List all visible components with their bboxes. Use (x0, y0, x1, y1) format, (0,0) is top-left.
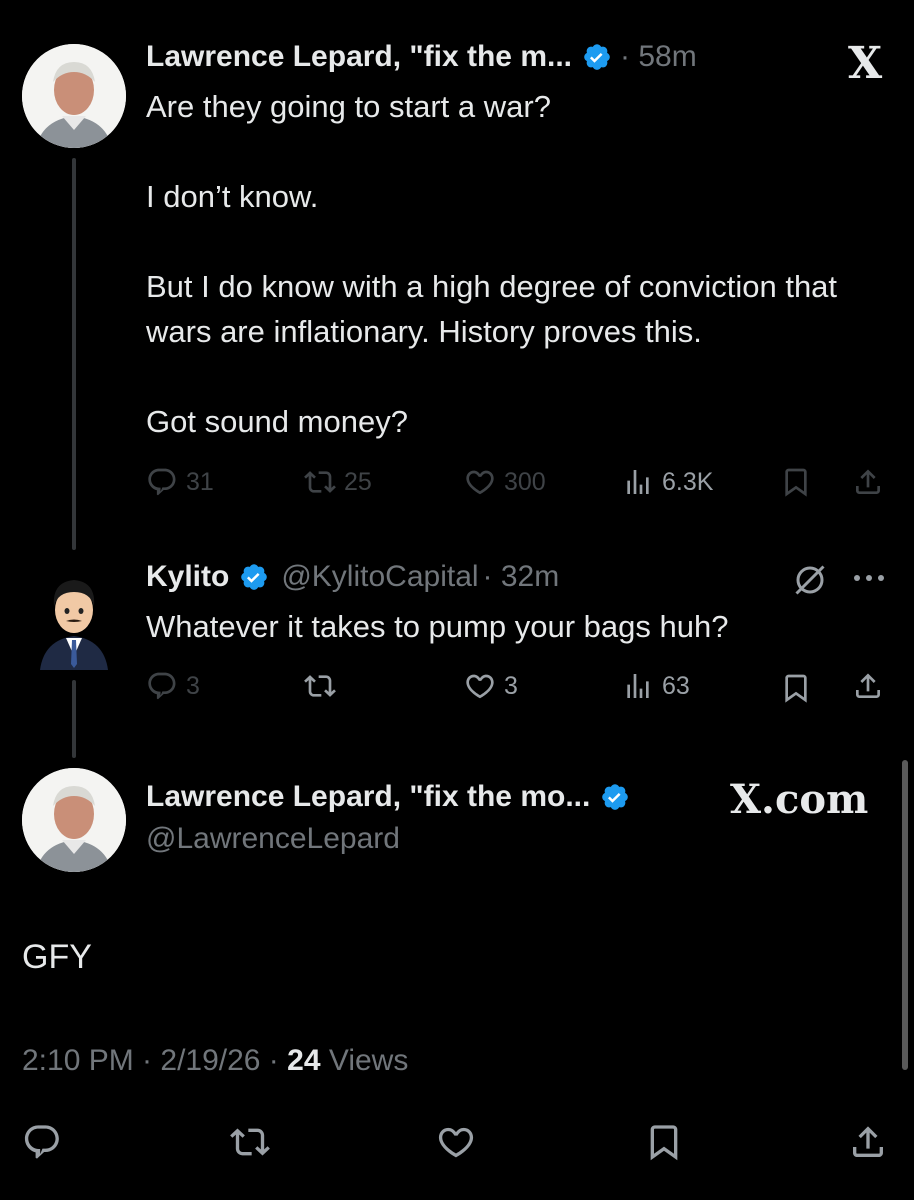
like-count: 3 (504, 671, 518, 700)
share-icon (856, 469, 880, 494)
author-name[interactable]: Kylito (146, 560, 229, 594)
tweet-meta: 2:10 PM · 2/19/26 · 24 Views (22, 1044, 408, 1078)
views-label: Views (320, 1044, 409, 1077)
tweet3-actions (22, 1122, 892, 1166)
scrollbar[interactable] (902, 760, 908, 1070)
repost-button[interactable]: 25 (304, 466, 372, 498)
author-name[interactable]: Lawrence Lepard, "fix the m... (146, 40, 572, 74)
views-icon (627, 470, 649, 494)
share-button[interactable] (848, 1122, 888, 1162)
like-button[interactable]: 3 (464, 670, 518, 702)
tweet2-text: Whatever it takes to pump your bags huh? (146, 609, 729, 644)
x-logo: X (848, 38, 883, 89)
bookmark-icon (650, 1125, 678, 1161)
like-icon (466, 674, 494, 699)
reply-button[interactable]: 3 (146, 670, 200, 702)
reply-icon (148, 672, 176, 700)
reply-count: 3 (186, 671, 200, 700)
reply-icon (148, 468, 176, 496)
reply-button[interactable]: 31 (146, 466, 214, 498)
like-button[interactable] (436, 1122, 476, 1162)
tweet1-actions: 31 25 300 6.3K (146, 462, 886, 506)
tweet2-header: Kylito @KylitoCapital · 32m (146, 560, 559, 594)
like-icon (438, 1127, 474, 1158)
author-name[interactable]: Lawrence Lepard, "fix the mo... (146, 780, 590, 814)
share-button[interactable] (852, 466, 884, 498)
thread-line (72, 158, 76, 550)
views-button[interactable]: 6.3K (622, 466, 713, 498)
views-button[interactable]: 63 (622, 670, 690, 702)
reply-icon (24, 1125, 59, 1159)
tweet2-actions: 3 3 63 (146, 670, 886, 714)
bookmark-button[interactable] (644, 1122, 684, 1162)
repost-icon (304, 471, 336, 493)
repost-icon (230, 1128, 270, 1156)
like-button[interactable]: 300 (464, 466, 546, 498)
share-icon (853, 1126, 883, 1157)
repost-icon (304, 675, 336, 697)
tweet1-header: Lawrence Lepard, "fix the m... · 58m (146, 40, 697, 74)
like-count: 300 (504, 467, 546, 496)
tweet-time[interactable]: · 32m (483, 560, 560, 594)
verified-icon (584, 44, 610, 70)
tweet3-text: GFY (22, 938, 92, 976)
repost-count: 25 (344, 467, 372, 496)
reply-count: 31 (186, 467, 214, 496)
avatar-lawrence[interactable] (22, 768, 126, 872)
xcom-watermark: X.com (730, 776, 869, 823)
views-count: 63 (662, 671, 690, 700)
verified-icon (241, 564, 268, 590)
bookmark-icon (785, 674, 807, 703)
grok-button[interactable] (792, 562, 828, 598)
bookmark-icon (785, 468, 807, 497)
tweet1-text: Are they going to start a war? I don’t k… (146, 89, 838, 439)
tweet3-header: Lawrence Lepard, "fix the mo... (146, 780, 630, 814)
avatar-lawrence[interactable] (22, 44, 126, 148)
avatar-kylito[interactable] (22, 566, 126, 670)
thread-line (72, 680, 76, 758)
author-handle[interactable]: @LawrenceLepard (146, 822, 400, 856)
like-icon (466, 470, 494, 495)
views-icon (627, 674, 649, 698)
verified-icon (602, 784, 629, 810)
share-button[interactable] (852, 670, 884, 702)
views-count: 6.3K (662, 467, 714, 496)
tweet-timestamp[interactable]: 2:10 PM · 2/19/26 · (22, 1044, 287, 1077)
bookmark-button[interactable] (780, 466, 812, 498)
more-button[interactable] (852, 566, 886, 590)
views-count: 24 (287, 1044, 321, 1077)
bookmark-button[interactable] (780, 672, 812, 704)
share-icon (856, 673, 880, 698)
more-icon (854, 575, 884, 581)
reply-button[interactable] (22, 1122, 62, 1162)
repost-button[interactable] (230, 1122, 270, 1162)
grok-icon (795, 565, 825, 595)
repost-button[interactable] (304, 670, 344, 702)
author-handle[interactable]: @KylitoCapital (281, 560, 478, 594)
tweet-time[interactable]: · 58m (620, 40, 697, 74)
